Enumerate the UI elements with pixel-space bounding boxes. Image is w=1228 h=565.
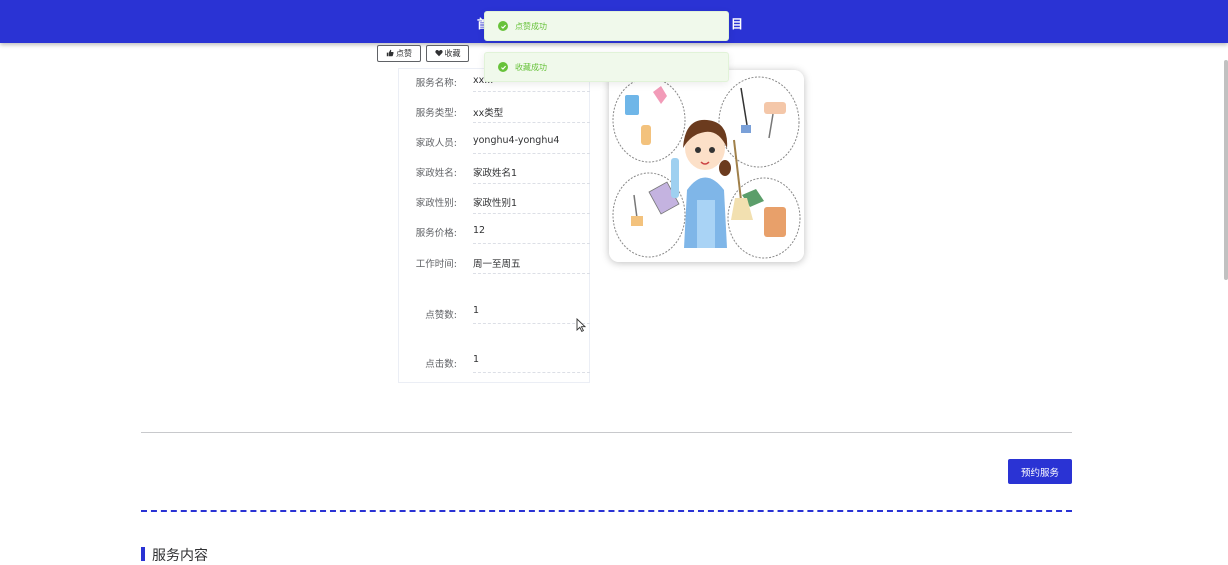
page-scrollbar[interactable]	[1224, 60, 1228, 280]
favorite-button[interactable]: 收藏	[426, 45, 469, 62]
detail-value: 12	[473, 225, 590, 244]
book-service-button[interactable]: 预约服务	[1008, 459, 1072, 484]
divider	[141, 432, 1072, 433]
detail-value: 家政性别1	[473, 195, 590, 214]
detail-value: xx类型	[473, 105, 590, 123]
favorite-success-toast: 收藏成功	[484, 52, 729, 82]
detail-value: 周一至周五	[473, 256, 590, 274]
nav-item-fragment[interactable]: 目	[731, 15, 743, 32]
detail-label: 服务名称:	[415, 78, 457, 89]
toast-message: 点赞成功	[515, 21, 547, 31]
section-title-service-content: 服务内容	[152, 548, 208, 564]
like-button-label: 点赞	[396, 49, 412, 58]
detail-value: 家政姓名1	[473, 165, 590, 184]
like-success-toast: 点赞成功	[484, 11, 729, 41]
service-detail-table: 服务名称: xx... 服务类型: xx类型 家政人员: yonghu4-yon…	[398, 68, 590, 383]
detail-label: 工作时间:	[415, 259, 457, 270]
success-check-icon	[498, 21, 508, 31]
detail-value: yonghu4-yonghu4	[473, 135, 590, 154]
toast-message: 收藏成功	[515, 62, 547, 72]
favorite-button-label: 收藏	[444, 49, 461, 58]
dashed-divider	[141, 510, 1072, 512]
mouse-cursor-icon	[576, 318, 586, 332]
detail-value: 1	[473, 354, 590, 373]
detail-label: 服务类型:	[415, 108, 457, 119]
success-check-icon	[498, 62, 508, 72]
detail-label: 家政姓名:	[415, 168, 457, 179]
detail-label: 服务价格:	[415, 228, 457, 239]
like-button[interactable]: 点赞	[377, 45, 421, 62]
detail-label: 点赞数:	[425, 310, 457, 321]
section-accent-bar	[141, 547, 145, 561]
detail-label: 家政性别:	[415, 198, 457, 209]
housekeeper-illustration	[609, 70, 804, 262]
detail-label: 点击数:	[425, 359, 457, 370]
detail-label: 家政人员:	[415, 138, 457, 149]
thumbs-up-icon	[386, 49, 394, 59]
heart-icon	[434, 49, 443, 59]
service-image	[609, 70, 804, 262]
detail-value: 1	[473, 305, 590, 324]
